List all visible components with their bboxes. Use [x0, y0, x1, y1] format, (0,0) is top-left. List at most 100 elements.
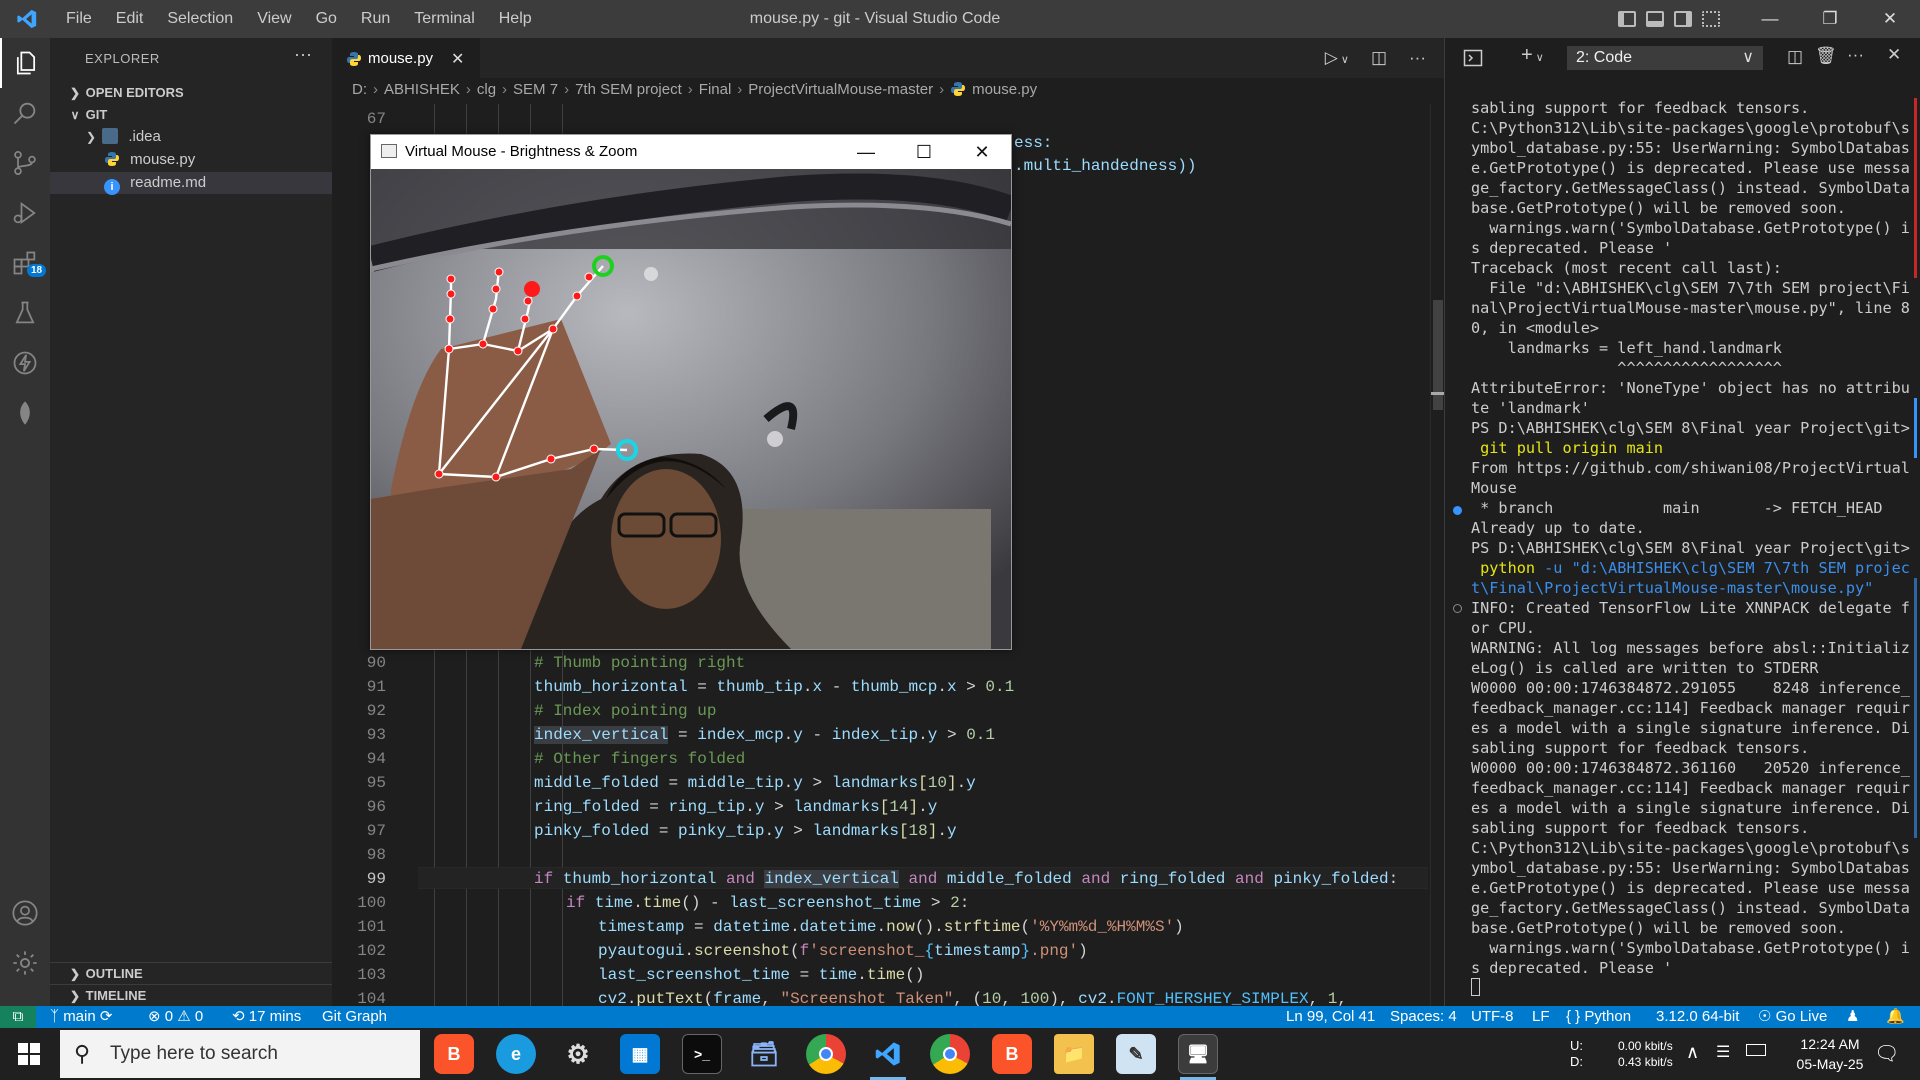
- leaf-extension-icon[interactable]: [0, 388, 50, 438]
- wifi-icon[interactable]: ☰: [1716, 1042, 1730, 1080]
- network-folder-icon[interactable]: 🗃: [744, 1034, 784, 1074]
- manage-gear-icon[interactable]: [0, 938, 50, 988]
- remote-explorer-icon[interactable]: [0, 338, 50, 388]
- command-running-decoration-icon[interactable]: [1453, 604, 1462, 613]
- chrome-browser-icon[interactable]: [806, 1034, 846, 1074]
- vscode-taskbar-icon[interactable]: [868, 1034, 908, 1074]
- notifications-bell-icon[interactable]: 🔔: [1886, 1006, 1905, 1028]
- breadcrumb-item[interactable]: mouse.py: [972, 81, 1037, 98]
- source-control-icon[interactable]: [0, 138, 50, 188]
- language-mode[interactable]: { } Python: [1566, 1006, 1631, 1028]
- virtual-mouse-window[interactable]: Virtual Mouse - Brightness & Zoom — ☐ ✕: [370, 134, 1012, 650]
- command-success-decoration-icon[interactable]: [1453, 506, 1462, 515]
- edge-browser-icon[interactable]: e: [496, 1034, 536, 1074]
- menu-go[interactable]: Go: [304, 0, 349, 38]
- breadcrumb-item[interactable]: Final: [699, 81, 732, 98]
- tree-item-mouse-py[interactable]: mouse.py: [50, 149, 332, 171]
- terminal-line: feedback_manager.cc:114] Feedback manage…: [1471, 779, 1910, 797]
- new-terminal-icon[interactable]: + ∨: [1521, 44, 1544, 67]
- trash-icon[interactable]: 🗑: [1815, 46, 1837, 66]
- close-window-button[interactable]: ✕: [1860, 0, 1920, 38]
- more-actions-icon[interactable]: ···: [294, 44, 312, 65]
- branch-indicator[interactable]: ᛉ main ⟳: [50, 1006, 112, 1028]
- show-hidden-icons-chevron-up-icon[interactable]: ∧: [1686, 1042, 1699, 1080]
- breadcrumb-item[interactable]: SEM 7: [513, 81, 558, 98]
- encoding[interactable]: UTF-8: [1471, 1006, 1514, 1028]
- run-debug-icon[interactable]: [0, 188, 50, 238]
- toggle-sidebar-icon[interactable]: [1618, 11, 1636, 27]
- problems-indicator[interactable]: ⊗ 0 ⚠ 0: [148, 1006, 203, 1028]
- search-icon[interactable]: [0, 88, 50, 138]
- git-root-section[interactable]: ∨ GIT: [50, 104, 332, 126]
- close-panel-icon[interactable]: ✕: [1887, 45, 1901, 65]
- terminal-select[interactable]: 2: Code ∨: [1567, 46, 1763, 70]
- indentation[interactable]: Spaces: 4: [1390, 1006, 1457, 1028]
- menu-run[interactable]: Run: [349, 0, 402, 38]
- breadcrumb-item[interactable]: D:: [352, 81, 367, 98]
- terminal-panel-icon[interactable]: [1463, 48, 1483, 73]
- file-explorer-icon[interactable]: 📁: [1054, 1034, 1094, 1074]
- battery-icon[interactable]: [1746, 1044, 1766, 1056]
- editor-more-icon[interactable]: ···: [1409, 48, 1426, 68]
- restore-button[interactable]: ❐: [1800, 0, 1860, 38]
- settings-gear-icon[interactable]: ⚙: [558, 1034, 598, 1074]
- testing-icon[interactable]: [0, 288, 50, 338]
- microsoft-store-icon[interactable]: ▦: [620, 1034, 660, 1074]
- time-tracker[interactable]: ⟲ 17 mins: [232, 1006, 301, 1028]
- terminal-scrollbar[interactable]: [1914, 78, 1918, 1006]
- open-editors-section[interactable]: ❯ OPEN EDITORS: [50, 82, 332, 104]
- network-speed-meter[interactable]: 0.00 kbit/s 0.43 kbit/s: [1618, 1038, 1673, 1080]
- menu-edit[interactable]: Edit: [104, 0, 156, 38]
- close-tab-icon[interactable]: ✕: [451, 49, 464, 69]
- tab-mouse-py[interactable]: mouse.py ✕: [332, 38, 480, 78]
- notification-center-icon[interactable]: 🗨: [1874, 1041, 1899, 1080]
- panel-more-icon[interactable]: ···: [1847, 45, 1864, 65]
- timeline-section[interactable]: ❯ TIMELINE: [50, 984, 332, 1006]
- outline-section[interactable]: ❯ OUTLINE: [50, 962, 332, 984]
- split-editor-icon[interactable]: ◫: [1371, 48, 1387, 68]
- git-graph-button[interactable]: Git Graph: [322, 1006, 387, 1028]
- terminal-output[interactable]: sabling support for feedback tensors. C:\…: [1471, 98, 1911, 998]
- toggle-panel-icon[interactable]: [1646, 11, 1664, 27]
- split-terminal-icon[interactable]: ◫: [1787, 47, 1803, 67]
- popup-close-button[interactable]: ✕: [953, 135, 1011, 169]
- chrome-profile-icon[interactable]: [930, 1034, 970, 1074]
- menu-view[interactable]: View: [245, 0, 303, 38]
- customize-layout-icon[interactable]: [1702, 11, 1720, 27]
- tree-item-readme-md[interactable]: i readme.md: [50, 172, 332, 195]
- extensions-icon[interactable]: 18: [0, 238, 50, 288]
- go-live-button[interactable]: ☉ Go Live: [1758, 1006, 1827, 1028]
- breadcrumb-item[interactable]: 7th SEM project: [575, 81, 682, 98]
- remote-indicator-icon[interactable]: ⧉: [0, 1006, 36, 1028]
- breadcrumb-item[interactable]: ProjectVirtualMouse-master: [748, 81, 933, 98]
- python-interpreter[interactable]: 3.12.0 64-bit: [1656, 1006, 1739, 1028]
- menu-selection[interactable]: Selection: [155, 0, 245, 38]
- menu-file[interactable]: File: [54, 0, 104, 38]
- editor-tabs: mouse.py ✕ ▷ ∨ ◫ ···: [332, 38, 1444, 78]
- explorer-icon[interactable]: [0, 38, 50, 88]
- toggle-secondary-sidebar-icon[interactable]: [1674, 11, 1692, 27]
- editor-scrollbar[interactable]: [1430, 104, 1444, 1006]
- minimize-button[interactable]: —: [1740, 0, 1800, 38]
- popup-maximize-button[interactable]: ☐: [895, 135, 953, 169]
- breadcrumb-item[interactable]: clg: [477, 81, 496, 98]
- menu-terminal[interactable]: Terminal: [402, 0, 486, 38]
- menu-help[interactable]: Help: [487, 0, 544, 38]
- accounts-icon[interactable]: [0, 888, 50, 938]
- breadcrumb-item[interactable]: ABHISHEK: [384, 81, 460, 98]
- clock[interactable]: 12:24 AM 05-May-25: [1780, 1034, 1880, 1080]
- accounts-status-icon[interactable]: ♟: [1846, 1006, 1859, 1028]
- windows-start-icon[interactable]: [0, 1028, 58, 1080]
- cursor-position[interactable]: Ln 99, Col 41: [1286, 1006, 1375, 1028]
- python-window-icon[interactable]: 🖥: [1178, 1034, 1218, 1074]
- end-of-line[interactable]: LF: [1532, 1006, 1550, 1028]
- terminal-line: Traceback (most recent call last):: [1471, 259, 1782, 277]
- notepad-icon[interactable]: ✎: [1116, 1034, 1156, 1074]
- taskbar-search-input[interactable]: ⚲ Type here to search: [60, 1030, 420, 1078]
- brave-browser-icon[interactable]: B: [434, 1034, 474, 1074]
- tree-item-idea[interactable]: ❯ .idea: [50, 126, 332, 148]
- run-file-icon[interactable]: ▷ ∨: [1325, 48, 1349, 68]
- brave-browser-icon-2[interactable]: B: [992, 1034, 1032, 1074]
- terminal-app-icon[interactable]: >_: [682, 1034, 722, 1074]
- popup-minimize-button[interactable]: —: [837, 135, 895, 169]
